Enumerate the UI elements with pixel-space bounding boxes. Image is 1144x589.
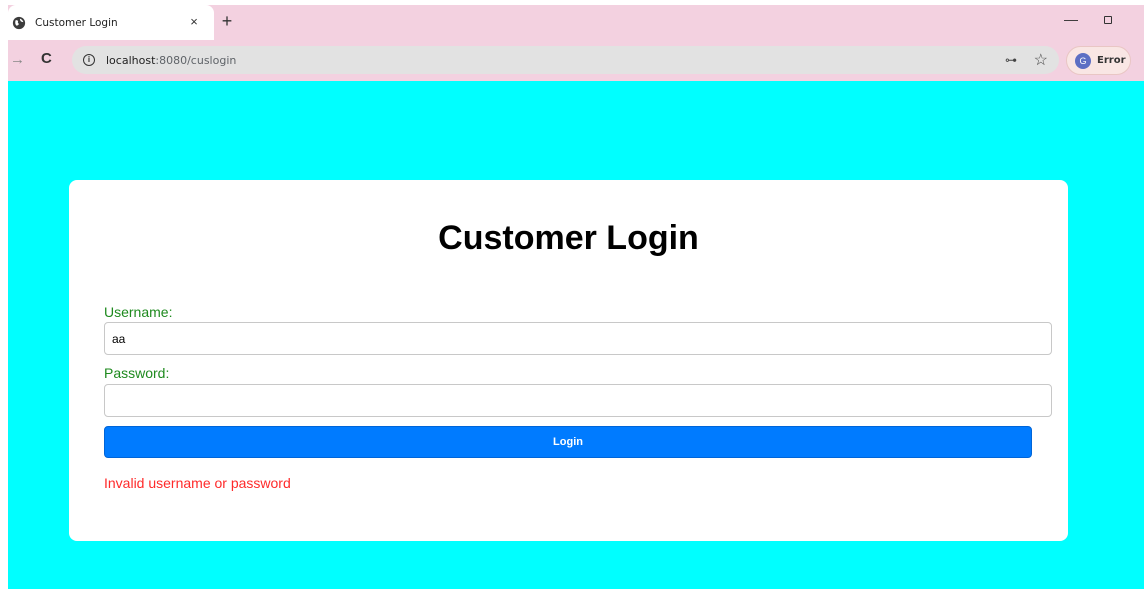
page-viewport: Customer Login Username: Password: Login… [8, 81, 1144, 589]
minimize-icon[interactable]: — [1064, 11, 1078, 27]
info-icon[interactable]: i [83, 54, 95, 66]
tab-title: Customer Login [35, 16, 118, 29]
login-card: Customer Login Username: Password: Login… [69, 180, 1068, 541]
browser-toolbar: → C i localhost:8080/cuslogin ⊶ ☆ G Erro… [8, 40, 1144, 81]
star-icon[interactable]: ☆ [1034, 50, 1048, 70]
url-host: localhost [106, 53, 156, 67]
profile-button[interactable]: G Error [1066, 46, 1131, 75]
arrow-right-icon[interactable]: → [10, 51, 25, 68]
error-message: Invalid username or password [104, 475, 291, 491]
restore-icon[interactable] [1104, 16, 1112, 24]
url-text[interactable]: localhost:8080/cuslogin [106, 54, 236, 67]
username-input[interactable] [104, 322, 1052, 355]
url-path: :8080/cuslogin [155, 53, 237, 67]
tab-close-icon[interactable]: × [186, 14, 202, 29]
browser-tab[interactable]: Customer Login × [8, 5, 214, 40]
page-title: Customer Login [438, 219, 699, 257]
reload-icon[interactable]: C [41, 50, 52, 67]
password-input[interactable] [104, 384, 1052, 417]
avatar: G [1075, 52, 1091, 69]
password-label: Password: [104, 365, 170, 381]
globe-icon [12, 16, 26, 29]
new-tab-button[interactable]: + [218, 11, 236, 32]
key-icon[interactable]: ⊶ [1005, 53, 1017, 67]
tab-strip: Customer Login × + — [8, 5, 1144, 40]
address-bar[interactable]: i localhost:8080/cuslogin ⊶ ☆ [72, 46, 1059, 74]
profile-label: Error [1097, 55, 1126, 66]
username-label: Username: [104, 304, 173, 320]
login-button[interactable]: Login [104, 426, 1032, 458]
